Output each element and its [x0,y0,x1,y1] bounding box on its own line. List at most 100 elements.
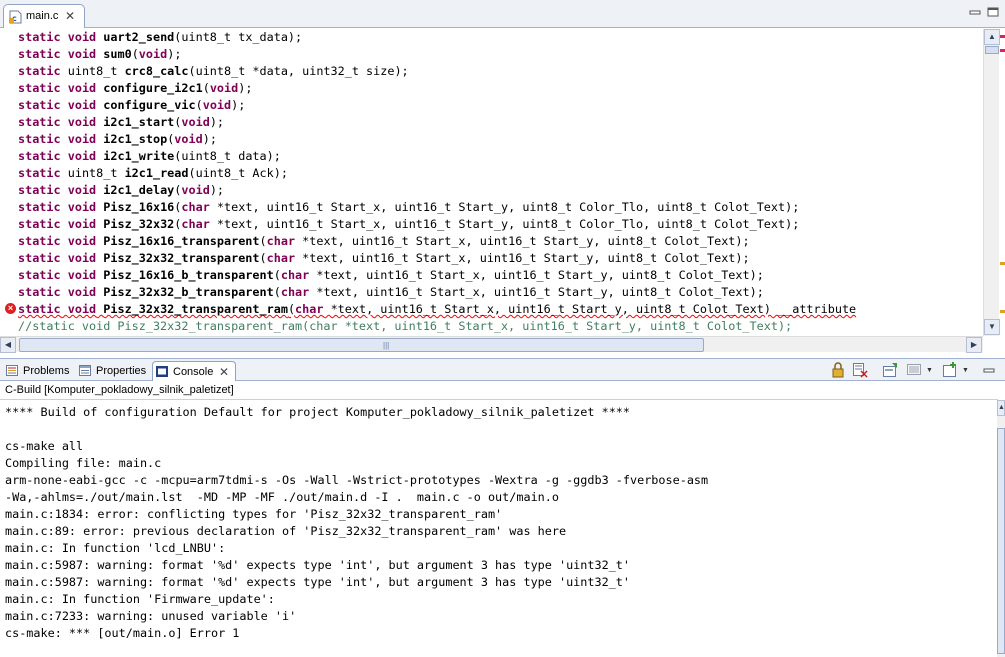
keyword: static [18,149,61,163]
console-line: **** Build of configuration Default for … [5,405,631,419]
code-text: ); [167,47,182,61]
code-text: ); [209,183,225,197]
function-name: i2c1_delay [103,183,175,197]
open-console-icon[interactable] [942,362,958,378]
code-line: static void Pisz_32x32_transparent(char … [18,250,750,267]
code-text: ( [273,285,281,299]
tab-console-label: Console [173,366,214,378]
ruler-warning-mark[interactable] [1000,262,1005,265]
code-line: static void Pisz_32x32_b_transparent(cha… [18,284,764,301]
code-line: static void i2c1_stop(void); [18,131,217,148]
function-name: uart2_send [103,30,175,44]
keyword: void [67,132,97,146]
code-line: static void i2c1_write(uint8_t data); [18,148,281,165]
minimize-icon[interactable] [969,7,981,17]
editor-horizontal-scrollbar[interactable]: ◀ ||| ▶ [0,336,983,353]
editor-hscroll-thumb[interactable]: ||| [19,338,704,352]
keyword: static [18,47,61,61]
scroll-up-arrow-icon[interactable]: ▲ [997,400,1005,416]
clear-console-icon[interactable] [852,362,868,378]
keyword: void [67,115,97,129]
tab-properties[interactable]: Properties [76,361,150,381]
ruler-warning-mark[interactable] [1000,310,1005,313]
code-text: ); [231,98,246,112]
scroll-lock-icon[interactable] [830,362,846,378]
bottom-panel: Problems Properties Console ✕ ▼ ▼ C-Buil… [0,358,1005,657]
keyword: void [181,115,210,129]
console-line: main.c:89: error: previous declaration o… [5,524,567,538]
keyword: char [181,200,210,214]
tab-console[interactable]: Console ✕ [152,361,236,381]
function-name: Pisz_16x16 [103,200,175,214]
keyword: static [18,302,61,316]
overview-ruler[interactable] [999,29,1005,336]
console-description: C-Build [Komputer_pokladowy_silnik_palet… [5,384,234,396]
tab-main-c[interactable]: c main.c ✕ [3,4,85,28]
panel-tab-bar: Problems Properties Console ✕ ▼ ▼ [0,359,1005,381]
editor-vertical-scrollbar[interactable]: ▲ ▼ [983,29,1000,336]
keyword: void [67,217,97,231]
keyword: static [18,81,61,95]
scroll-grip-icon: ||| [383,341,390,350]
code-editor[interactable]: × static void uart2_send(uint8_t tx_data… [0,29,983,336]
code-line: static void Pisz_32x32(char *text, uint1… [18,216,799,233]
code-text: (uint8_t tx_data); [174,30,303,44]
function-name: Pisz_32x32 [103,217,175,231]
keyword: static [18,234,61,248]
keyword: void [67,30,97,44]
console-line: main.c:5987: warning: format '%d' expect… [5,575,631,589]
pin-console-icon[interactable] [882,362,898,378]
tab-console-close-icon[interactable]: ✕ [219,363,229,381]
ruler-error-mark[interactable] [1000,35,1005,38]
keyword: void [202,98,232,112]
console-vertical-scrollbar[interactable]: ▲ [997,400,1005,657]
function-name: crc8_calc [124,64,189,78]
open-console-dropdown-icon[interactable]: ▼ [962,367,969,374]
function-name: Pisz_16x16_transparent [103,234,260,248]
tab-properties-label: Properties [96,365,147,377]
scroll-left-arrow-icon[interactable]: ◀ [0,337,16,353]
keyword: static [18,132,61,146]
properties-icon [79,365,91,376]
editor-vscroll-thumb[interactable] [985,46,999,54]
code-text: *text, uint16_t Start_x, uint16_t Start_… [295,251,750,265]
keyword: static [18,115,61,129]
keyword: void [174,132,203,146]
console-vscroll-thumb[interactable] [997,428,1005,654]
keyword: void [67,302,97,316]
keyword: static [18,251,61,265]
keyword: void [209,81,239,95]
keyword: static [18,166,61,180]
ruler-error-mark[interactable] [1000,49,1005,52]
keyword: void [67,81,97,95]
function-name: configure_i2c1 [103,81,203,95]
display-selected-console-icon[interactable] [906,362,922,378]
tab-problems[interactable]: Problems [3,361,73,381]
code-line: static void Pisz_16x16(char *text, uint1… [18,199,799,216]
tab-close-icon[interactable]: ✕ [65,9,75,23]
scroll-up-arrow-icon[interactable]: ▲ [984,29,1000,45]
keyword: static [18,30,61,44]
keyword: void [67,47,97,61]
minimize-icon[interactable] [982,362,998,378]
console-line: arm-none-eabi-gcc -c -mcpu=arm7tdmi-s -O… [5,473,709,487]
keyword: char [266,251,296,265]
error-marker-icon[interactable]: × [5,303,16,314]
scroll-right-arrow-icon[interactable]: ▶ [966,337,982,353]
scroll-down-arrow-icon[interactable]: ▼ [984,319,1000,335]
code-comment-line: //static void Pisz_32x32_transparent_ram… [18,319,793,333]
keyword: char [266,234,296,248]
console-output[interactable]: **** Build of configuration Default for … [0,400,996,657]
function-name: i2c1_read [124,166,189,180]
keyword: char [280,285,310,299]
keyword: static [18,64,61,78]
code-line: static void uart2_send(uint8_t tx_data); [18,29,302,46]
display-console-dropdown-icon[interactable]: ▼ [926,367,933,374]
code-line: static uint8_t i2c1_read(uint8_t Ack); [18,165,288,182]
keyword: void [67,285,97,299]
maximize-icon[interactable] [987,7,999,17]
editor-gutter [0,29,17,336]
code-text: ( [259,234,267,248]
keyword: void [67,98,97,112]
console-line: -Wa,-ahlms=./out/main.lst -MD -MP -MF ./… [5,490,559,504]
